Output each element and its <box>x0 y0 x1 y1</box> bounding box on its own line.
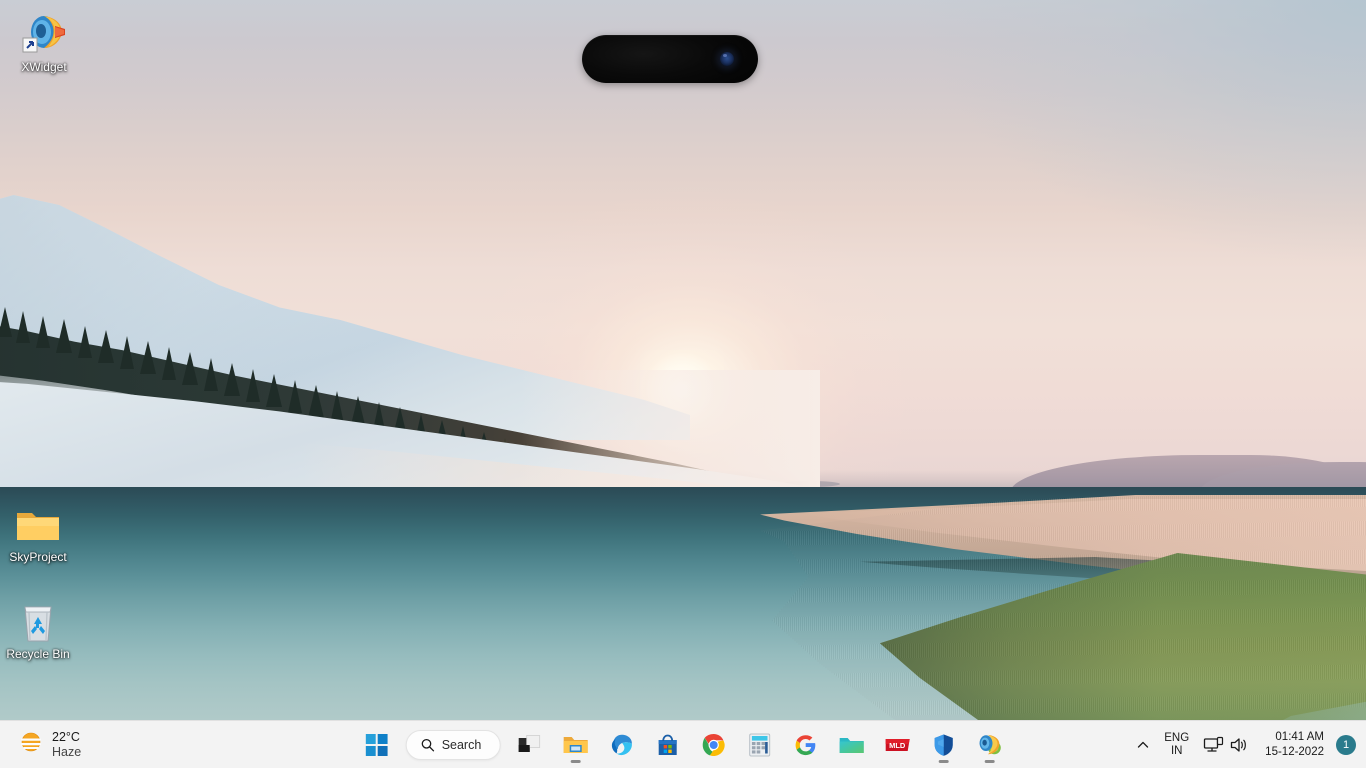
svg-text:MLD: MLD <box>889 741 906 750</box>
language-bottom: IN <box>1170 744 1183 757</box>
edge-icon <box>611 734 632 755</box>
folder-icon <box>0 498 76 546</box>
mld-icon: MLD <box>885 738 910 751</box>
language-top: ENG <box>1164 731 1190 744</box>
snow-mountain <box>0 190 820 700</box>
desktop: XWidget SkyProject Recycle Bin 22°C Haze… <box>0 0 1366 768</box>
task-view-icon <box>518 734 540 752</box>
taskbar-center-cluster: Search MLD <box>354 721 1013 768</box>
recycle-bin-icon <box>0 595 76 643</box>
taskbar-app-microsoft-store[interactable] <box>647 725 687 765</box>
shield-icon <box>934 734 953 756</box>
clock-date: 15-12-2022 <box>1265 745 1324 758</box>
clock-date-button[interactable]: 01:41 AM 15-12-2022 <box>1257 727 1332 763</box>
search-box[interactable]: Search <box>405 729 501 760</box>
system-tray: ENG IN 01:41 AM 15-12-2022 1 <box>1130 721 1366 768</box>
taskbar-app-xwidget[interactable] <box>969 725 1009 765</box>
file-explorer-icon <box>563 736 588 753</box>
taskbar-app-windows-security[interactable] <box>923 725 963 765</box>
taskbar-app-calculator[interactable] <box>739 725 779 765</box>
search-icon <box>421 738 435 751</box>
windows-logo-icon <box>365 733 388 756</box>
chevron-up-icon <box>1138 741 1149 748</box>
desktop-icon-label: Recycle Bin <box>6 647 70 661</box>
running-indicator <box>570 759 581 763</box>
taskbar-app-mld[interactable]: MLD <box>877 725 917 765</box>
taskbar-app-files-folder[interactable] <box>831 725 871 765</box>
google-icon <box>795 734 815 755</box>
weather-temperature: 22°C <box>52 730 80 745</box>
running-indicator <box>984 759 995 763</box>
start-button[interactable] <box>357 725 397 765</box>
taskbar-app-task-view[interactable] <box>509 725 549 765</box>
taskbar-app-microsoft-edge[interactable] <box>601 725 641 765</box>
running-indicator <box>938 759 949 763</box>
taskbar-app-google-chrome[interactable] <box>693 725 733 765</box>
xwidget-icon <box>6 8 82 56</box>
notification-badge[interactable]: 1 <box>1336 734 1356 755</box>
store-icon <box>658 734 677 755</box>
desktop-wallpaper <box>0 0 1366 768</box>
chrome-icon <box>702 733 725 756</box>
desktop-icon-skyproject[interactable]: SkyProject <box>0 498 76 564</box>
camera-notch-overlay[interactable] <box>582 35 758 83</box>
calculator-icon <box>748 733 770 756</box>
haze-icon <box>18 729 44 760</box>
weather-condition: Haze <box>52 744 82 759</box>
camera-lens-icon <box>720 52 734 66</box>
desktop-icon-label: XWidget <box>21 60 67 74</box>
taskbar: 22°C Haze Search MLD ENG IN 01:41 AM 15-… <box>0 720 1366 768</box>
weather-widget[interactable]: 22°C Haze <box>0 725 91 765</box>
xwidget-icon <box>979 734 1001 754</box>
network-icon <box>1204 736 1224 752</box>
taskbar-app-google[interactable] <box>785 725 825 765</box>
clock-time: 01:41 AM <box>1275 730 1324 743</box>
desktop-icon-recycle-bin[interactable]: Recycle Bin <box>0 595 76 661</box>
desktop-icon-xwidget[interactable]: XWidget <box>6 8 82 74</box>
desktop-icon-label: SkyProject <box>9 550 67 564</box>
search-placeholder: Search <box>441 737 482 752</box>
language-indicator[interactable]: ENG IN <box>1158 727 1195 763</box>
tray-overflow-button[interactable] <box>1130 727 1156 763</box>
volume-icon <box>1231 737 1247 752</box>
network-volume-button[interactable] <box>1197 727 1255 763</box>
teal-folder-icon <box>839 737 864 753</box>
taskbar-app-file-explorer[interactable] <box>555 725 595 765</box>
